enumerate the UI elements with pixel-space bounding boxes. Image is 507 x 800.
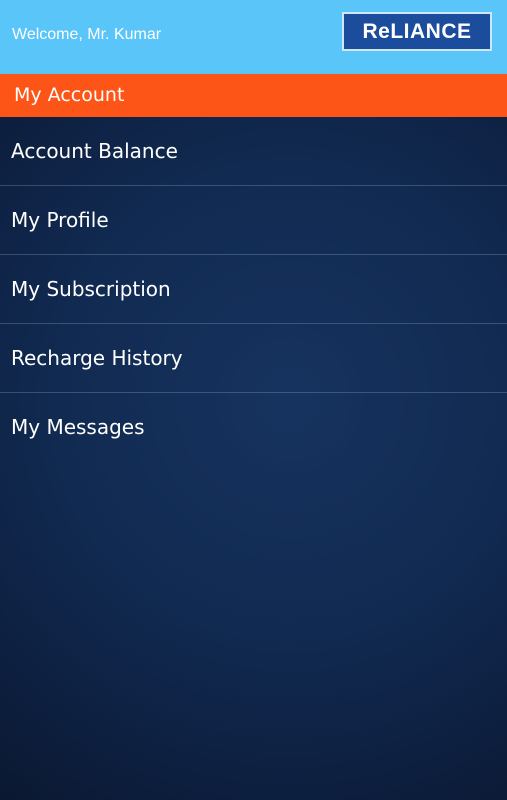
logo-text: ReLIANCE xyxy=(362,19,472,43)
menu-item-my-subscription[interactable]: My Subscription xyxy=(0,255,507,324)
menu-item-account-balance[interactable]: Account Balance xyxy=(0,117,507,186)
app-screen: Welcome, Mr. Kumar ReLIANCE My Account A… xyxy=(0,0,507,800)
menu-item-label: Recharge History xyxy=(11,346,183,370)
menu-item-label: My Messages xyxy=(11,415,145,439)
menu-item-my-messages[interactable]: My Messages xyxy=(0,393,507,462)
menu-item-label: My Profile xyxy=(11,208,109,232)
welcome-message: Welcome, Mr. Kumar xyxy=(12,26,162,43)
section-header: My Account xyxy=(0,74,507,117)
reliance-logo: ReLIANCE xyxy=(342,12,492,51)
section-title: My Account xyxy=(14,84,125,106)
menu-item-my-profile[interactable]: My Profile xyxy=(0,186,507,255)
app-header: Welcome, Mr. Kumar ReLIANCE xyxy=(0,0,507,74)
menu-item-label: My Subscription xyxy=(11,277,171,301)
menu-item-label: Account Balance xyxy=(11,139,178,163)
menu-item-recharge-history[interactable]: Recharge History xyxy=(0,324,507,393)
account-menu: Account Balance My Profile My Subscripti… xyxy=(0,117,507,462)
